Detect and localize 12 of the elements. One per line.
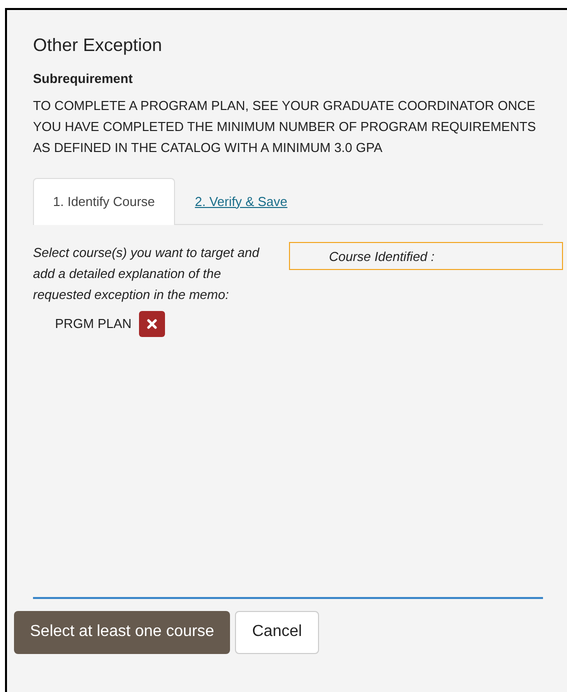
instructions-text: Select course(s) you want to target and add a detailed explanation of the requested exception in the memo:	[33, 244, 260, 304]
subheading: Subrequirement	[33, 70, 134, 88]
tab[interactable]: 2. Verify & Save	[174, 178, 308, 224]
remove-button[interactable]	[138, 310, 165, 336]
requirement-description: TO COMPLETE A PROGRAM PLAN, SEE YOUR GRADUATE COORDINATOR ONCE YOU HAVE COMPLETED THE MINIMUM NUMBER OF PROGRAM REQUIREMENTS AS DEFINED IN THE CATALOG WITH A MINIMUM 3.0 GPA	[33, 96, 537, 156]
submit-button[interactable]: Select at least one course	[14, 610, 230, 654]
course-name: PRGM PLAN	[55, 314, 132, 333]
cancel-button[interactable]: Cancel	[235, 610, 319, 654]
course-identified-field: Course Identified :	[289, 242, 563, 270]
tab[interactable]: 1. Identify Course	[33, 178, 175, 224]
dialog-title: Other Exception	[33, 34, 164, 57]
close-icon	[146, 318, 157, 328]
